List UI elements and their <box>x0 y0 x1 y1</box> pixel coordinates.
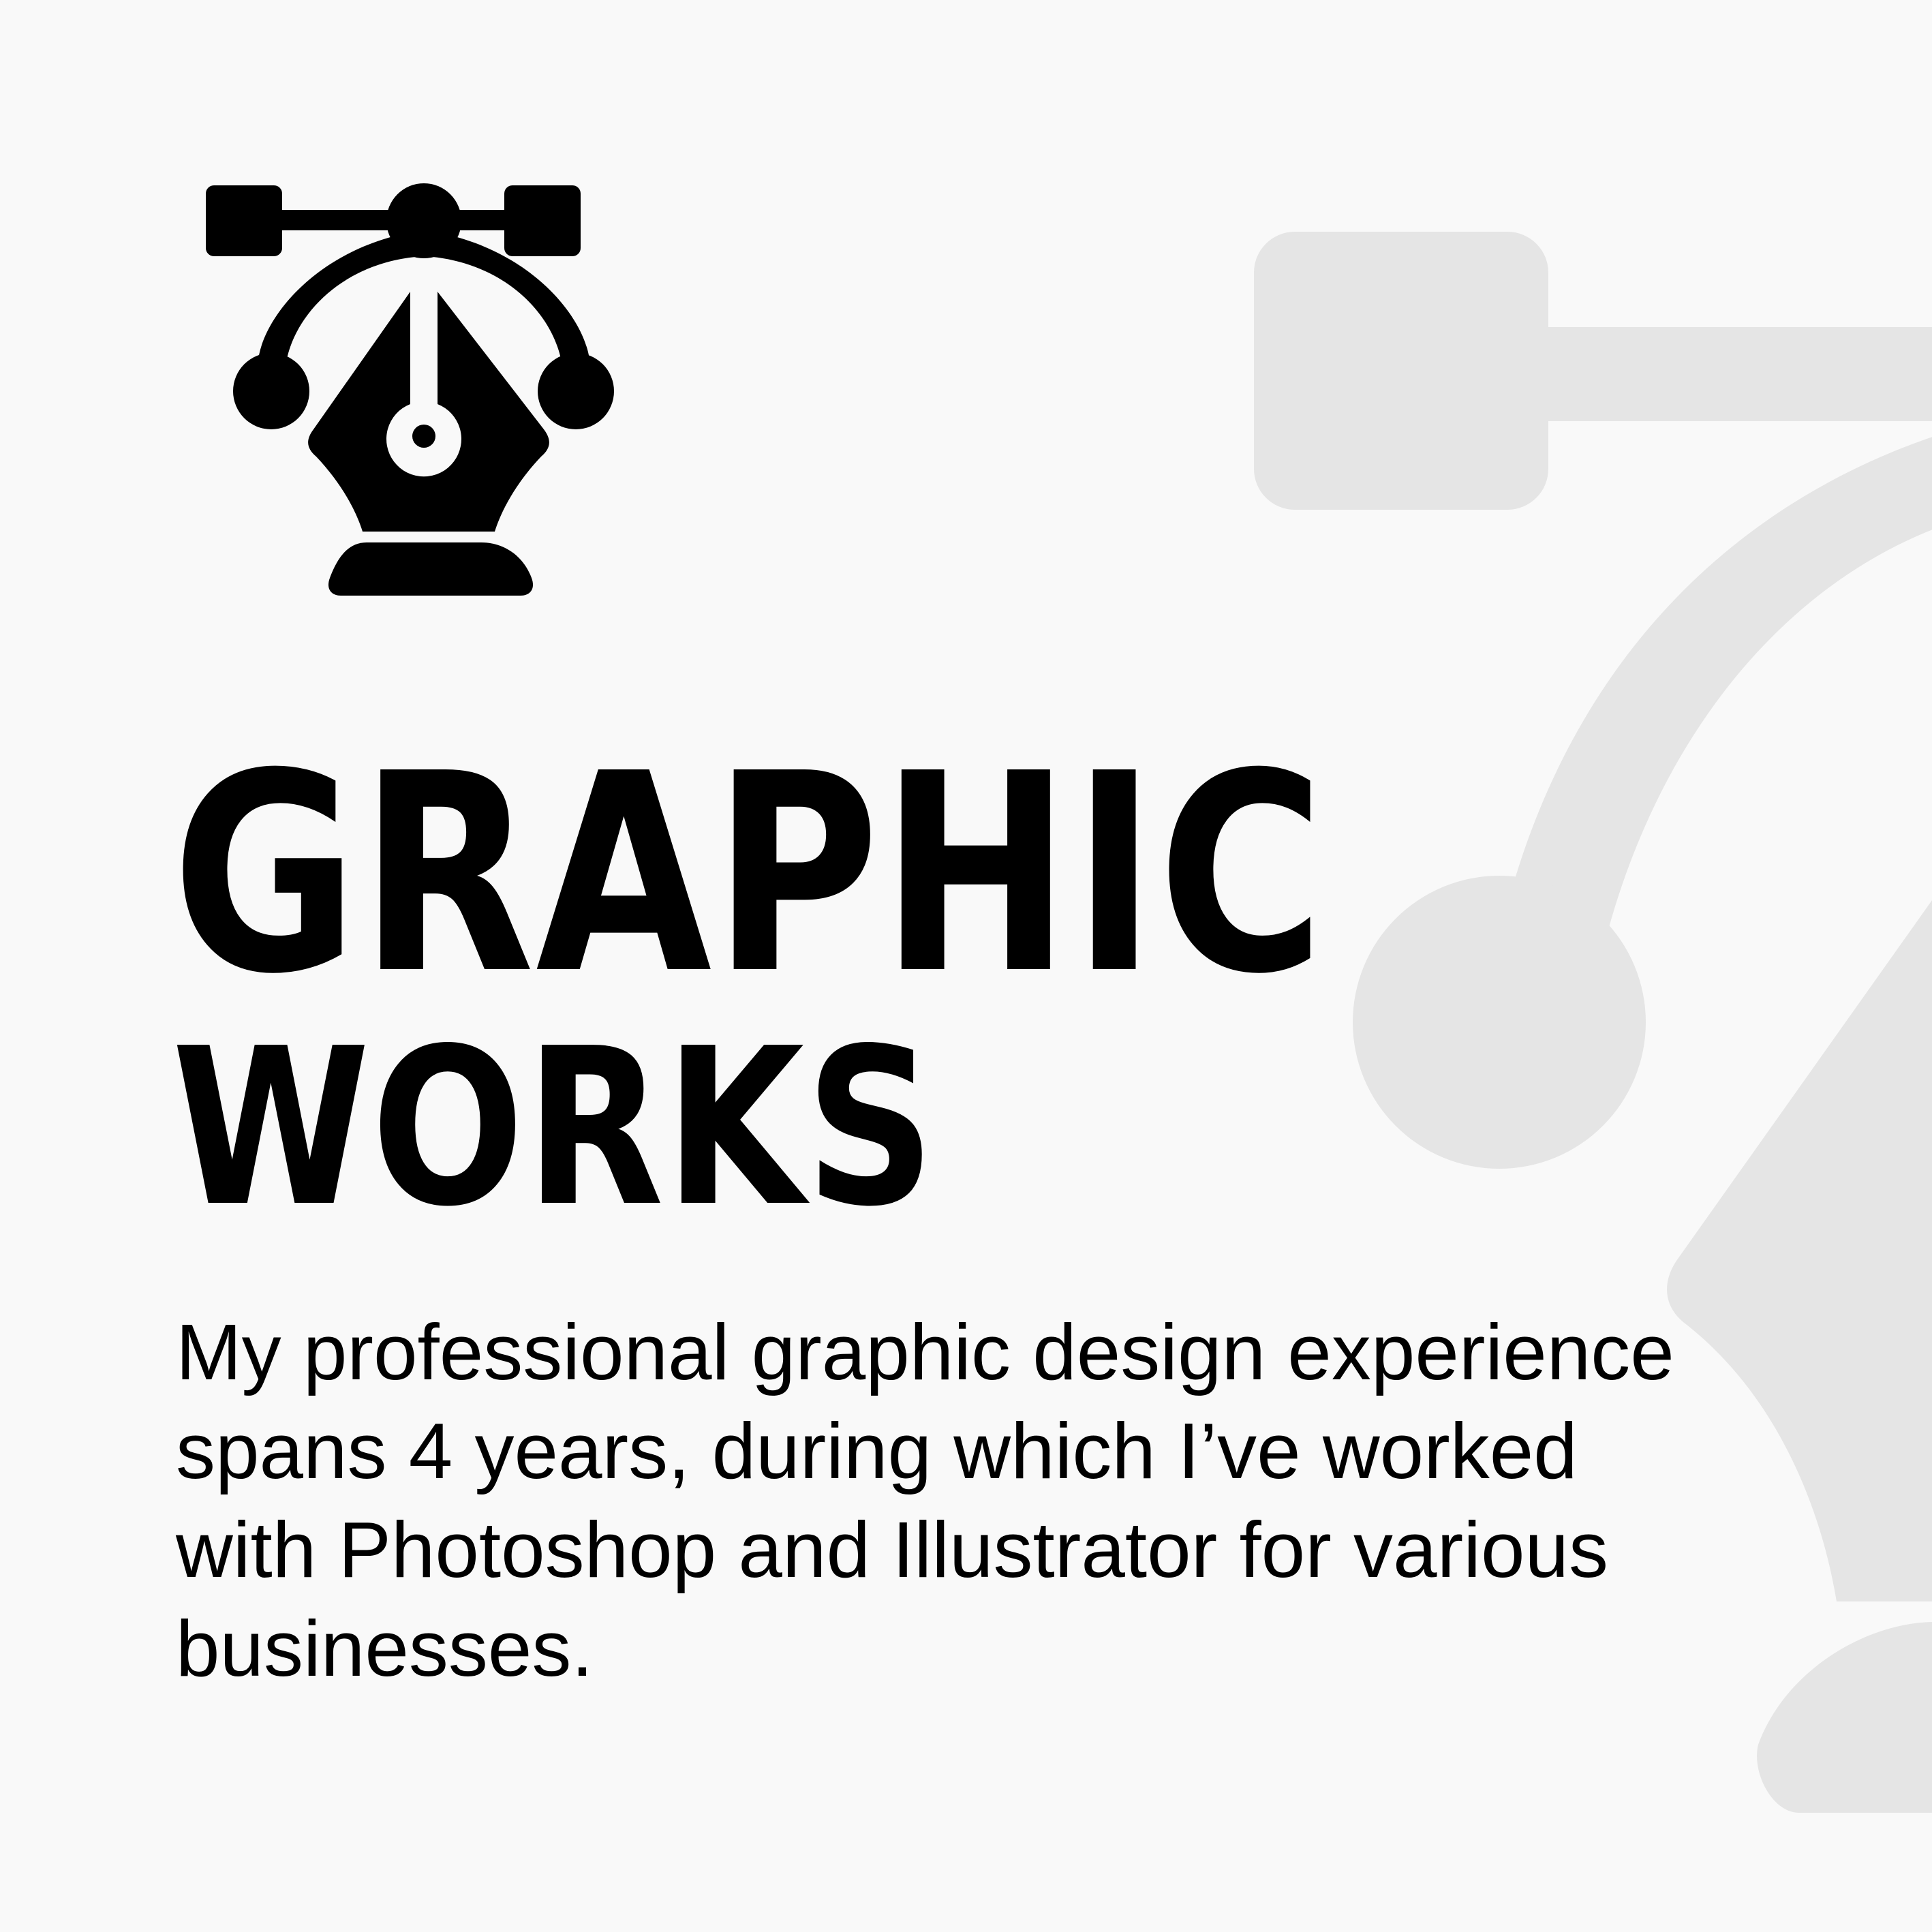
pen-tool-bezier-icon <box>204 183 616 598</box>
description-line: spans 4 years, during which I’ve worked <box>176 1407 1578 1495</box>
description-line: My professional graphic design experienc… <box>176 1308 1674 1396</box>
page-title-line-2: WORKS <box>172 1002 936 1254</box>
description-paragraph: My professional graphic design experienc… <box>176 1303 1880 1698</box>
page-title-line-1: GRAPHIC <box>172 715 1326 1034</box>
description-line: businesses. <box>176 1604 594 1693</box>
description-line: with Photoshop and Illustrator for vario… <box>176 1505 1608 1594</box>
graphic-works-card: GRAPHIC WORKS My professional graphic de… <box>0 0 1932 1932</box>
